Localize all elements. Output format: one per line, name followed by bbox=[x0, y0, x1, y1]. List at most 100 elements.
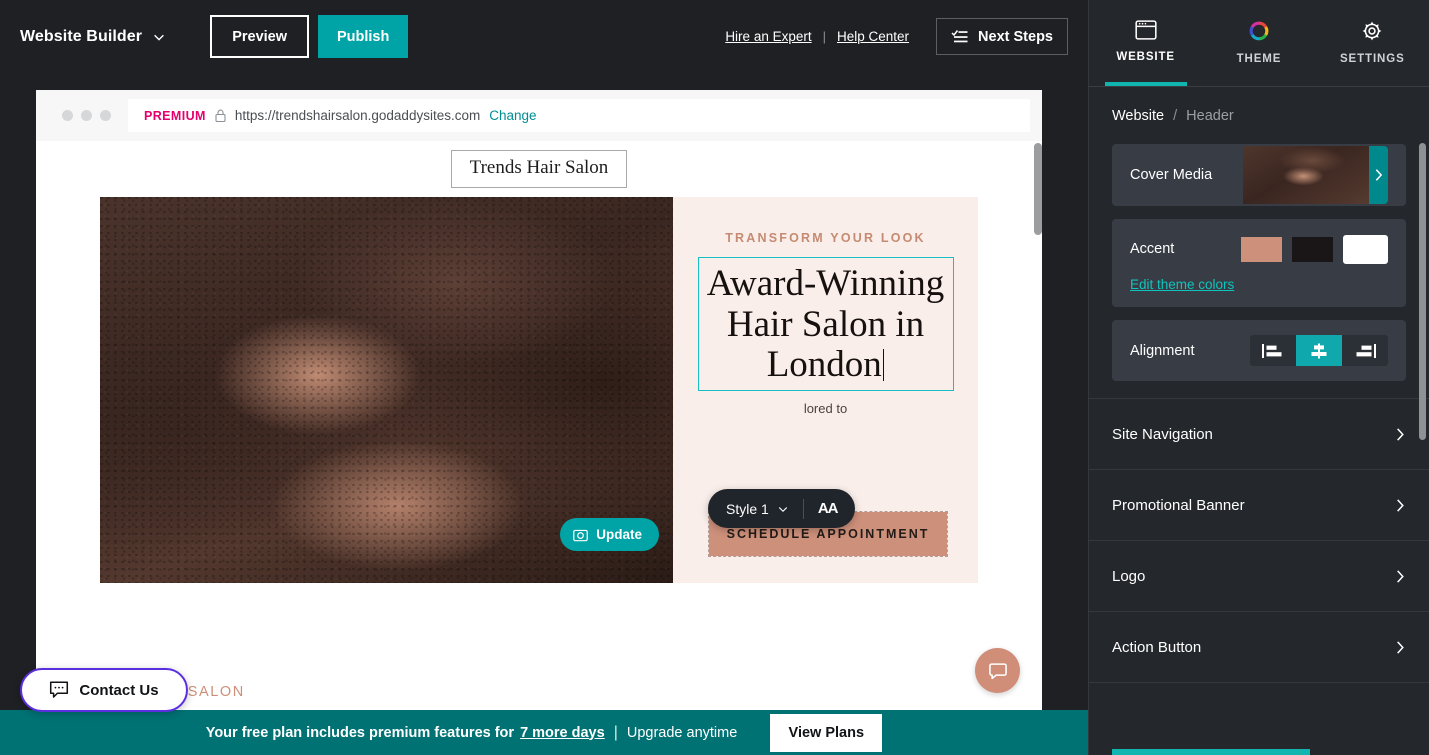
panel-row-label: Action Button bbox=[1112, 638, 1202, 656]
publish-button[interactable]: Publish bbox=[318, 15, 409, 58]
accent-swatch-black[interactable] bbox=[1292, 236, 1333, 262]
text-style-toolbar: Style 1 AA bbox=[708, 489, 856, 528]
next-steps-button[interactable]: Next Steps bbox=[936, 18, 1068, 55]
accent-row: Accent bbox=[1130, 234, 1388, 264]
tab-website[interactable]: WEBSITE bbox=[1089, 0, 1202, 86]
panel-row-label: Site Navigation bbox=[1112, 425, 1213, 443]
hero-eyebrow[interactable]: TRANSFORM YOUR LOOK bbox=[725, 231, 926, 245]
font-size-button[interactable]: AA bbox=[818, 500, 839, 517]
panel-row-label: Promotional Banner bbox=[1112, 496, 1245, 514]
premium-badge: PREMIUM bbox=[144, 108, 206, 123]
align-right-button[interactable] bbox=[1342, 335, 1388, 366]
rendered-site: Trends Hair Salon Update TRANSFORM YOUR … bbox=[36, 141, 1042, 710]
cta-label: SCHEDULE APPOINTMENT bbox=[726, 527, 930, 541]
panel-row-action-button[interactable]: Action Button bbox=[1089, 612, 1429, 683]
hero-headline-editable[interactable]: Award-Winning Hair Salon in London bbox=[697, 257, 954, 392]
chevron-right-icon bbox=[1397, 498, 1404, 512]
alignment-button-group bbox=[1250, 335, 1388, 366]
hero-image[interactable]: Update bbox=[100, 197, 673, 583]
chevron-right-icon bbox=[1397, 427, 1404, 441]
chevron-right-icon bbox=[1397, 569, 1404, 583]
lock-icon bbox=[215, 109, 226, 122]
site-header: Trends Hair Salon bbox=[36, 141, 1042, 197]
color-wheel-icon bbox=[1249, 21, 1269, 41]
publish-label: Publish bbox=[336, 28, 390, 45]
align-left-icon bbox=[1262, 343, 1282, 358]
canvas-scrollbar-thumb[interactable] bbox=[1034, 143, 1042, 235]
chevron-right-icon bbox=[1397, 640, 1404, 654]
breadcrumb: Website / Header bbox=[1089, 87, 1429, 144]
update-label: Update bbox=[596, 527, 642, 542]
preview-url-bar: PREMIUM https://trendshairsalon.godaddys… bbox=[36, 90, 1042, 141]
window-dot bbox=[100, 110, 111, 121]
chevron-down-icon bbox=[154, 34, 164, 41]
text-caret bbox=[882, 349, 885, 382]
breadcrumb-current: Header bbox=[1186, 107, 1234, 124]
cover-media-card[interactable]: Cover Media bbox=[1112, 144, 1406, 206]
panel-row-site-navigation[interactable]: Site Navigation bbox=[1089, 399, 1429, 470]
window-dots bbox=[62, 110, 111, 121]
panel-bottom-accent-bar bbox=[1112, 749, 1310, 755]
align-center-icon bbox=[1311, 343, 1327, 358]
align-center-button[interactable] bbox=[1296, 335, 1342, 366]
panel-row-promotional-banner[interactable]: Promotional Banner bbox=[1089, 470, 1429, 541]
banner-text-after: Upgrade anytime bbox=[626, 724, 738, 741]
style-picker-label: Style 1 bbox=[726, 500, 769, 517]
cover-media-open-button[interactable] bbox=[1369, 146, 1388, 204]
site-preview-canvas[interactable]: PREMIUM https://trendshairsalon.godaddys… bbox=[36, 90, 1042, 710]
top-toolbar: Website Builder Preview Publish Hire an … bbox=[0, 0, 1088, 73]
site-title[interactable]: Trends Hair Salon bbox=[450, 150, 628, 188]
editor-side-panel: WEBSITE THEME SETTINGS Website / Header … bbox=[1088, 0, 1429, 755]
alignment-card: Alignment bbox=[1112, 320, 1406, 381]
hero-subtext[interactable]: lored to bbox=[698, 401, 954, 416]
hero-headline-text: Award-Winning Hair Salon in London bbox=[706, 263, 945, 386]
panel-row-label: Logo bbox=[1112, 567, 1146, 585]
hire-expert-link[interactable]: Hire an Expert bbox=[725, 29, 811, 44]
update-image-button[interactable]: Update bbox=[560, 518, 659, 551]
next-steps-label: Next Steps bbox=[978, 28, 1053, 45]
tab-settings-label: SETTINGS bbox=[1339, 53, 1405, 65]
toplink-separator: | bbox=[822, 29, 826, 44]
toolbar-divider bbox=[802, 498, 804, 519]
alignment-label: Alignment bbox=[1130, 342, 1195, 359]
cover-media-label: Cover Media bbox=[1130, 167, 1213, 183]
align-left-button[interactable] bbox=[1250, 335, 1296, 366]
breadcrumb-separator: / bbox=[1173, 107, 1178, 124]
top-right-group: Hire an Expert | Help Center Next Steps bbox=[725, 18, 1088, 55]
url-text: https://trendshairsalon.godaddysites.com bbox=[234, 108, 481, 123]
site-chat-bubble-button[interactable] bbox=[975, 648, 1020, 693]
align-right-icon bbox=[1356, 343, 1376, 358]
tab-theme[interactable]: THEME bbox=[1202, 0, 1315, 86]
banner-separator: | bbox=[613, 723, 618, 741]
contact-us-button[interactable]: Contact Us bbox=[20, 668, 188, 712]
edit-theme-colors-link[interactable]: Edit theme colors bbox=[1130, 277, 1234, 292]
accent-swatch-salmon[interactable] bbox=[1241, 236, 1282, 262]
banner-days-link[interactable]: 7 more days bbox=[520, 725, 605, 741]
preview-button[interactable]: Preview bbox=[210, 15, 310, 58]
tab-settings[interactable]: SETTINGS bbox=[1316, 0, 1429, 86]
brand-menu[interactable]: Website Builder bbox=[20, 28, 166, 46]
accent-swatch-white-selected[interactable] bbox=[1343, 234, 1388, 264]
panel-row-logo[interactable]: Logo bbox=[1089, 541, 1429, 612]
chat-message-icon bbox=[50, 681, 69, 698]
view-plans-button[interactable]: View Plans bbox=[770, 713, 883, 752]
gear-icon bbox=[1362, 21, 1382, 41]
style-picker-dropdown[interactable]: Style 1 bbox=[726, 501, 789, 517]
accent-label: Accent bbox=[1130, 241, 1175, 257]
breadcrumb-root[interactable]: Website bbox=[1112, 108, 1164, 124]
panel-tab-bar: WEBSITE THEME SETTINGS bbox=[1089, 0, 1429, 87]
panel-section-list: Site Navigation Promotional Banner Logo … bbox=[1089, 398, 1429, 683]
website-builder-app: Website Builder Preview Publish Hire an … bbox=[0, 0, 1429, 755]
cover-media-thumbnail bbox=[1243, 146, 1388, 204]
change-url-link[interactable]: Change bbox=[489, 108, 536, 123]
help-center-link[interactable]: Help Center bbox=[837, 29, 909, 44]
hero-section: Update TRANSFORM YOUR LOOK Award-Winning… bbox=[100, 197, 978, 583]
tab-website-label: WEBSITE bbox=[1116, 51, 1176, 63]
chevron-down-icon bbox=[778, 506, 787, 512]
chevron-right-icon bbox=[1375, 169, 1383, 181]
panel-scrollbar-thumb[interactable] bbox=[1419, 143, 1426, 440]
preview-label: Preview bbox=[232, 28, 288, 45]
window-dot bbox=[81, 110, 92, 121]
window-icon bbox=[1135, 20, 1157, 40]
url-field[interactable]: PREMIUM https://trendshairsalon.godaddys… bbox=[128, 99, 1030, 132]
